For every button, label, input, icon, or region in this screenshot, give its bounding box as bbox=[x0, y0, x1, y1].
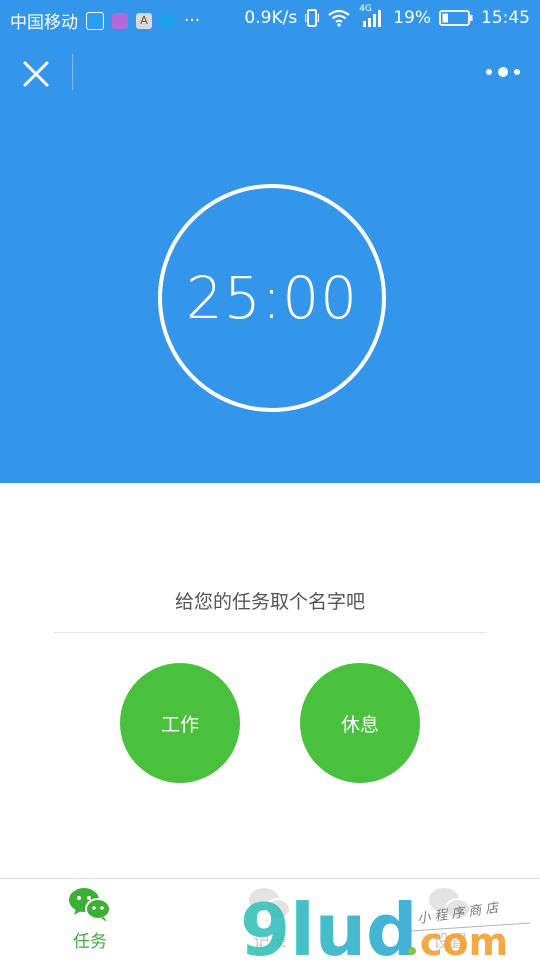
font-app-icon: A bbox=[136, 12, 152, 29]
task-name-input[interactable]: 给您的任务取个名字吧 bbox=[54, 572, 486, 633]
tab-bar: 任务 记录 设置 bbox=[0, 878, 540, 961]
network-speed: 0.9K/s bbox=[244, 8, 298, 28]
status-bar-right: 0.9K/s 4G 19% 15:45 bbox=[244, 4, 530, 28]
tab-label: 记录 bbox=[253, 932, 287, 952]
rest-button-label: 休息 bbox=[340, 713, 379, 736]
network-type-label: 4G bbox=[359, 4, 372, 14]
tab-label: 设置 bbox=[433, 932, 467, 952]
message-app-icon bbox=[86, 11, 104, 30]
carrier-label: 中国移动 bbox=[10, 13, 78, 33]
more-dot-icon bbox=[514, 69, 520, 75]
top-bar bbox=[0, 38, 540, 110]
clock: 15:45 bbox=[481, 8, 530, 28]
timer-ring[interactable]: 25:00 bbox=[158, 184, 386, 412]
status-bar-left: 中国移动 A ··· bbox=[10, 8, 201, 34]
vibrate-icon bbox=[305, 9, 320, 27]
work-button-label: 工作 bbox=[160, 713, 199, 736]
rest-button[interactable]: 休息 bbox=[300, 663, 420, 783]
battery-percent: 19% bbox=[393, 8, 431, 28]
more-dot-icon bbox=[486, 69, 492, 75]
wifi-icon bbox=[328, 9, 350, 27]
gallery-app-icon bbox=[112, 12, 128, 29]
close-icon[interactable] bbox=[20, 58, 52, 90]
timer-display: 25:00 bbox=[185, 264, 359, 332]
work-button[interactable]: 工作 bbox=[120, 663, 240, 783]
wechat-chat-icon bbox=[429, 888, 471, 920]
wechat-chat-icon bbox=[69, 888, 111, 922]
tab-settings[interactable]: 设置 bbox=[360, 887, 540, 957]
tab-task[interactable]: 任务 bbox=[0, 887, 180, 957]
tab-records[interactable]: 记录 bbox=[180, 887, 360, 957]
more-dot-icon bbox=[498, 67, 508, 77]
status-bar: 中国移动 A ··· 0.9K/s 4G 19% 15:45 bbox=[0, 0, 540, 38]
timer-panel: 25:00 bbox=[0, 110, 540, 483]
wechat-chat-icon bbox=[249, 888, 291, 920]
battery-icon bbox=[439, 10, 473, 26]
top-bar-divider bbox=[72, 54, 73, 90]
tab-label: 任务 bbox=[73, 932, 107, 952]
more-notifications-icon: ··· bbox=[184, 10, 201, 31]
more-options-button[interactable] bbox=[486, 62, 520, 82]
browser-app-icon bbox=[160, 12, 176, 29]
task-name-placeholder: 给您的任务取个名字吧 bbox=[174, 591, 365, 613]
signal-indicator: 4G bbox=[359, 4, 385, 28]
